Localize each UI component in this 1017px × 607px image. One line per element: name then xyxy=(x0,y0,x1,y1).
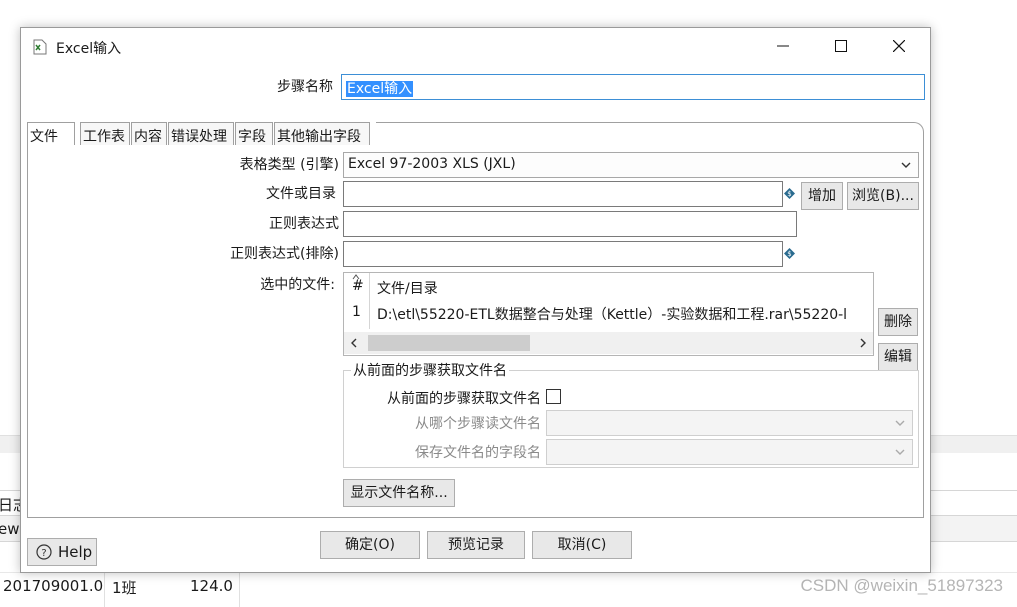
minimize-icon xyxy=(777,45,789,47)
tab-fields[interactable]: 字段 xyxy=(235,122,273,146)
step-name-input[interactable]: Excel输入 xyxy=(341,74,925,100)
watermark: CSDN @weixin_51897323 xyxy=(800,576,1003,595)
maximize-button[interactable] xyxy=(812,28,870,64)
step-to-read-label: 从哪个步骤读文件名 xyxy=(415,416,541,432)
regex-exclude-label: 正则表达式(排除) xyxy=(230,246,339,262)
selected-files-table[interactable]: # 文件/目录 1 D:\etl\55220-ETL数据整合与处理（Kettle… xyxy=(343,272,874,356)
maximize-icon xyxy=(835,40,847,52)
chevron-down-icon xyxy=(895,449,905,455)
field-name-select[interactable] xyxy=(546,439,913,465)
tab-additional-output-fields[interactable]: 其他输出字段 xyxy=(274,122,370,146)
browse-button[interactable]: 浏览(B)... xyxy=(847,182,919,210)
spreadsheet-type-select[interactable]: Excel 97-2003 XLS (JXL) xyxy=(343,152,919,178)
cancel-button[interactable]: 取消(C) xyxy=(532,531,632,559)
row-path: D:\etl\55220-ETL数据整合与处理（Kettle）-实验数据和工程.… xyxy=(377,307,848,323)
table-header: # 文件/目录 xyxy=(344,273,873,299)
horizontal-scrollbar[interactable] xyxy=(344,332,873,354)
tab-file[interactable]: 文件 xyxy=(27,122,75,147)
spreadsheet-type-value: Excel 97-2003 XLS (JXL) xyxy=(348,156,516,172)
close-button[interactable] xyxy=(870,28,928,64)
scroll-left-icon[interactable] xyxy=(350,338,358,348)
variable-icon: $ xyxy=(784,248,795,259)
chevron-down-icon xyxy=(895,420,905,426)
preview-button[interactable]: 预览记录 xyxy=(427,531,525,559)
field-name-label: 保存文件名的字段名 xyxy=(415,445,541,461)
accept-from-prev-checkbox[interactable] xyxy=(546,389,561,404)
excel-input-dialog: Excel输入 步骤名称 Excel输入 文件 工作表 内容 错误处理 字段 其… xyxy=(20,27,931,573)
background-cell-class: 1班 xyxy=(112,579,137,597)
excel-step-icon xyxy=(33,39,47,55)
tab-content[interactable]: 内容 xyxy=(131,122,167,146)
svg-text:$: $ xyxy=(787,190,791,198)
svg-text:?: ? xyxy=(41,548,46,559)
table-row[interactable]: 1 D:\etl\55220-ETL数据整合与处理（Kettle）-实验数据和工… xyxy=(344,301,873,327)
title-bar[interactable]: Excel输入 xyxy=(21,28,930,66)
background-view-label: ew xyxy=(0,520,20,538)
selected-files-label: 选中的文件: xyxy=(260,277,335,293)
background-cell-id: 201709001.0 xyxy=(3,577,104,595)
regex-exclude-input[interactable] xyxy=(343,241,783,267)
accept-from-prev-label: 从前面的步骤获取文件名 xyxy=(387,391,541,407)
minimize-button[interactable] xyxy=(754,28,812,64)
variable-icon: $ xyxy=(784,188,795,199)
scrollbar-thumb[interactable] xyxy=(368,335,530,351)
step-name-value: Excel输入 xyxy=(346,81,414,97)
chevron-down-icon xyxy=(901,162,911,168)
regex-label: 正则表达式 xyxy=(269,216,339,232)
dialog-title: Excel输入 xyxy=(56,41,122,57)
step-to-read-select[interactable] xyxy=(546,410,913,436)
tab-error-handling[interactable]: 错误处理 xyxy=(168,122,234,146)
help-button[interactable]: ? Help xyxy=(27,538,97,566)
help-icon: ? xyxy=(36,544,52,560)
delete-button[interactable]: 删除 xyxy=(878,308,918,336)
help-label: Help xyxy=(58,543,93,561)
tab-worksheet[interactable]: 工作表 xyxy=(80,122,130,146)
scroll-right-icon[interactable] xyxy=(859,338,867,348)
close-icon xyxy=(893,40,905,52)
tab-strip-border xyxy=(376,122,924,146)
add-file-button[interactable]: 增加 xyxy=(801,182,843,210)
background-cell-score: 124.0 xyxy=(190,577,233,595)
column-header-path: 文件/目录 xyxy=(377,281,438,297)
show-filenames-button[interactable]: 显示文件名称... xyxy=(343,479,455,507)
column-header-number: # xyxy=(352,278,364,294)
file-or-dir-input[interactable] xyxy=(343,181,783,207)
edit-button[interactable]: 编辑 xyxy=(878,343,918,371)
previous-step-group-title: 从前面的步骤获取文件名 xyxy=(351,360,509,380)
regex-input[interactable] xyxy=(343,211,797,237)
spreadsheet-type-label: 表格类型 (引擎) xyxy=(239,157,339,173)
row-number: 1 xyxy=(352,304,361,320)
file-or-dir-label: 文件或目录 xyxy=(266,186,336,202)
svg-text:$: $ xyxy=(787,250,791,258)
step-name-label: 步骤名称 xyxy=(277,79,333,95)
ok-button[interactable]: 确定(O) xyxy=(320,531,420,559)
